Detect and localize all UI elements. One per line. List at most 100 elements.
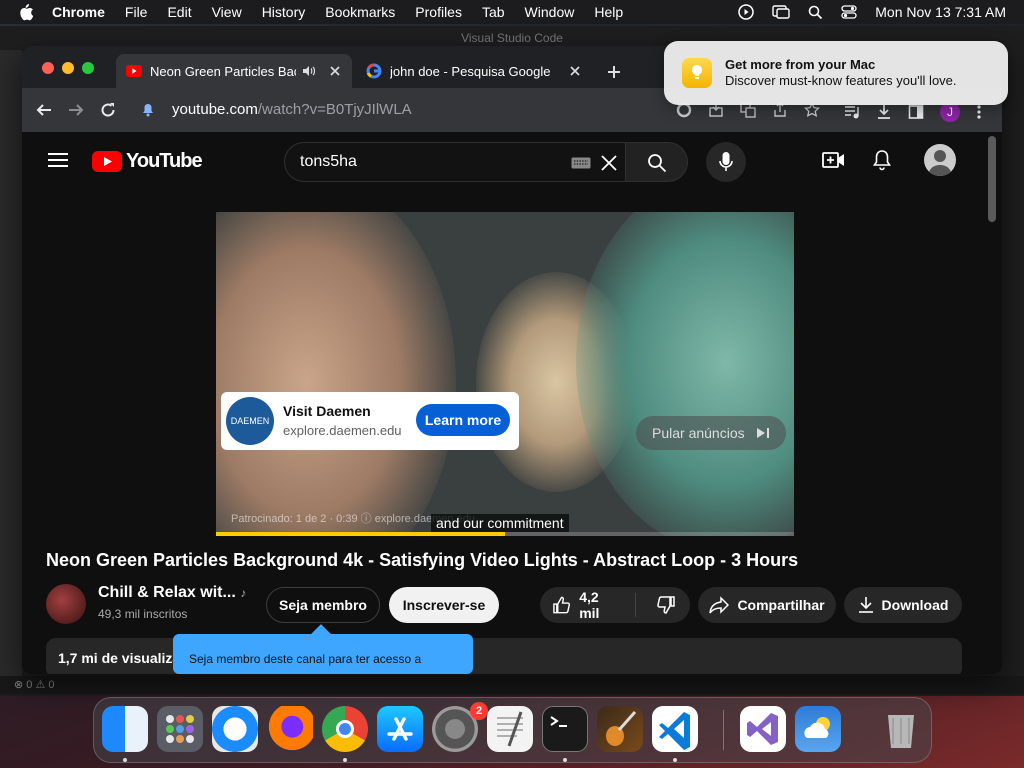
vscode-problems-count[interactable]: ⊗ 0 ⚠ 0 [14, 678, 54, 691]
forward-icon[interactable] [68, 102, 84, 118]
chrome-icon-center [336, 720, 354, 738]
search-input[interactable]: tons5ha [300, 153, 357, 171]
thumbs-down-icon [657, 596, 675, 614]
play-circle-icon[interactable] [738, 4, 754, 20]
terminal-icon[interactable] [542, 706, 588, 752]
reload-icon[interactable] [100, 102, 116, 118]
garageband-icon[interactable] [597, 706, 643, 752]
youtube-page: YouTube tons5ha DAEMEN Visit Daemen expl… [22, 132, 1002, 674]
ad-card[interactable]: DAEMEN Visit Daemen explore.daemen.edu L… [221, 392, 519, 450]
firefox-icon[interactable] [267, 706, 313, 752]
profile-avatar[interactable]: J [940, 102, 960, 122]
notification-body: Discover must-know features you'll love. [725, 73, 957, 88]
system-notification[interactable]: Get more from your Mac Discover must-kno… [664, 41, 1008, 105]
dock-divider [723, 710, 724, 750]
hamburger-menu-icon[interactable] [48, 152, 68, 168]
vscode-icon[interactable] [652, 706, 698, 752]
visual-studio-icon[interactable] [740, 706, 786, 752]
back-icon[interactable] [36, 102, 52, 118]
like-dislike-group: 4,2 mil [540, 587, 690, 623]
dock: 2 [93, 697, 932, 763]
video-frame-plant-blur [576, 212, 794, 536]
menu-file[interactable]: File [125, 4, 148, 20]
close-tab-icon[interactable] [568, 64, 582, 78]
speaker-icon[interactable] [302, 65, 316, 77]
trash-icon[interactable] [878, 706, 924, 752]
app-store-icon[interactable] [377, 706, 423, 752]
spotlight-search-icon[interactable] [808, 5, 823, 20]
video-player[interactable]: DAEMEN Visit Daemen explore.daemen.edu L… [216, 212, 794, 536]
menu-view[interactable]: View [212, 4, 242, 20]
menu-clock[interactable]: Mon Nov 13 7:31 AM [875, 4, 1006, 20]
menu-window[interactable]: Window [525, 4, 575, 20]
account-avatar[interactable] [924, 144, 956, 176]
tab-google[interactable]: john doe - Pesquisa Google [356, 54, 592, 88]
chrome-menu-icon[interactable] [976, 104, 982, 120]
microphone-icon [719, 152, 733, 171]
keyboard-icon[interactable] [571, 157, 591, 169]
menu-tab[interactable]: Tab [482, 4, 505, 20]
textedit-icon[interactable] [487, 706, 533, 752]
subscribe-button[interactable]: Inscrever-se [389, 587, 499, 623]
music-note-icon: ♪ [240, 586, 247, 600]
ad-domain: explore.daemen.edu [283, 423, 402, 438]
address-bar[interactable]: youtube.com/watch?v=B0TjyJIlWLA [132, 94, 652, 126]
menu-edit[interactable]: Edit [167, 4, 191, 20]
launchpad-icon[interactable] [157, 706, 203, 752]
person-icon [928, 150, 952, 176]
search-button[interactable] [626, 142, 688, 182]
textedit-lines [497, 711, 523, 747]
clear-search-icon[interactable] [599, 153, 619, 173]
settings-notification-badge: 2 [470, 702, 488, 720]
create-video-icon[interactable] [822, 151, 846, 169]
ad-progress-bar[interactable] [216, 532, 794, 536]
close-tab-icon[interactable] [328, 64, 342, 78]
zoom-window-button[interactable] [82, 62, 94, 74]
new-tab-icon[interactable] [606, 64, 622, 80]
safari-icon[interactable] [212, 706, 258, 752]
close-window-button[interactable] [42, 62, 54, 74]
skip-ads-button[interactable]: Pular anúncios [636, 416, 786, 450]
trash-glyph [888, 715, 914, 748]
ad-title: Visit Daemen [283, 403, 371, 419]
finder-icon[interactable] [102, 706, 148, 752]
vscode-status-bar: ⊗ 0 ⚠ 0 [0, 676, 1024, 694]
menu-help[interactable]: Help [594, 4, 623, 20]
tips-app-icon [682, 58, 712, 88]
youtube-icon [126, 65, 142, 77]
url-host: youtube.com [172, 101, 258, 118]
downloads-icon[interactable] [876, 104, 892, 120]
dislike-button[interactable] [644, 595, 690, 615]
tab-youtube[interactable]: Neon Green Particles Background 4k [116, 54, 352, 88]
share-button[interactable]: Compartilhar [698, 587, 836, 623]
page-scrollbar[interactable] [988, 136, 996, 222]
channel-avatar[interactable] [46, 584, 86, 624]
youtube-logo[interactable]: YouTube [92, 150, 203, 173]
menu-profiles[interactable]: Profiles [415, 4, 462, 20]
minimize-window-button[interactable] [62, 62, 74, 74]
media-controls-icon[interactable] [844, 104, 860, 120]
chrome-icon[interactable] [322, 706, 368, 752]
menu-history[interactable]: History [262, 4, 306, 20]
apple-icon[interactable] [18, 3, 34, 21]
ad-advertiser-logo: DAEMEN [226, 397, 274, 445]
menu-bookmarks[interactable]: Bookmarks [325, 4, 395, 20]
learn-more-button[interactable]: Learn more [416, 404, 510, 436]
download-button[interactable]: Download [844, 587, 962, 623]
tab-title: Neon Green Particles Background 4k [150, 63, 296, 79]
channel-name[interactable]: Chill & Relax wit... ♪ [98, 584, 246, 602]
notifications-bell-icon[interactable] [872, 149, 892, 171]
site-info-icon[interactable] [140, 102, 156, 118]
screen-mirroring-icon[interactable] [772, 4, 790, 20]
menu-app-name[interactable]: Chrome [52, 4, 105, 20]
running-indicator [673, 758, 677, 762]
control-center-icon[interactable] [841, 5, 857, 19]
weather-icon[interactable] [795, 706, 841, 752]
side-panel-icon[interactable] [908, 104, 924, 120]
search-box[interactable]: tons5ha [284, 142, 626, 182]
download-label: Download [881, 597, 949, 613]
voice-search-button[interactable] [706, 142, 746, 182]
like-button[interactable]: 4,2 mil [540, 589, 636, 621]
search-icon [648, 154, 667, 173]
join-button[interactable]: Seja membro [266, 587, 380, 623]
